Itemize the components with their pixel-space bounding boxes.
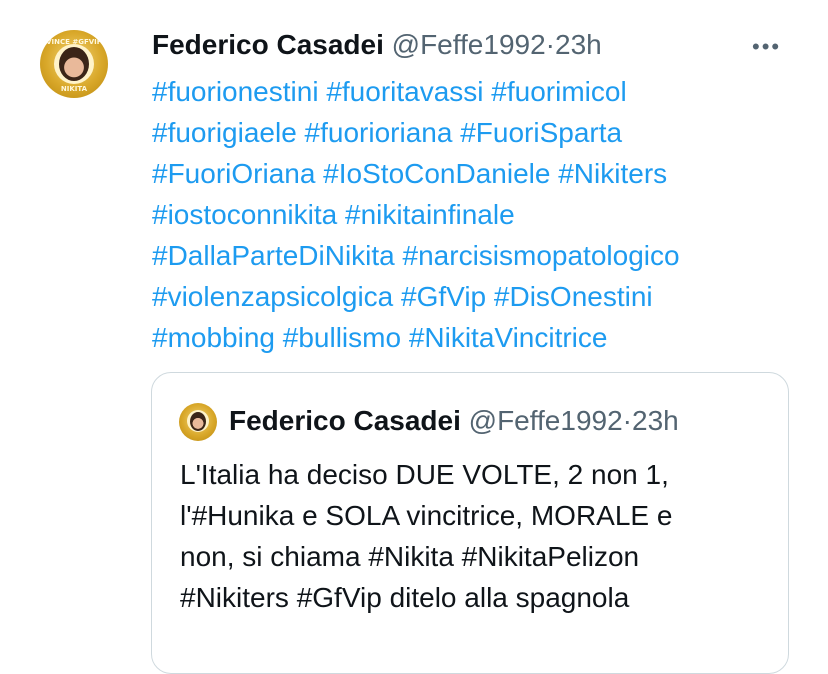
quoted-text-line: non, si chiama #Nikita #NikitaPelizon (180, 541, 640, 572)
quoted-author-name: Federico Casadei (229, 405, 461, 436)
author-avatar[interactable]: VINCE #GFVIP NIKITA (40, 30, 108, 98)
tweet-timestamp[interactable]: 23h (555, 29, 602, 60)
more-options-icon[interactable]: ••• (752, 34, 781, 60)
author-name[interactable]: Federico Casadei (152, 29, 384, 60)
quoted-tweet-card[interactable]: Federico Casadei @Feffe1992·23h L'Italia… (151, 372, 789, 674)
quoted-tweet-text: L'Italia ha deciso DUE VOLTE, 2 non 1, l… (180, 454, 770, 618)
hashtag-line[interactable]: #violenzapsicolgica #GfVip #DisOnestini (152, 276, 802, 317)
quoted-tweet-header: Federico Casadei @Feffe1992·23h (229, 403, 679, 439)
quoted-text-line: L'Italia ha deciso DUE VOLTE, 2 non 1, (180, 459, 669, 490)
avatar-portrait (59, 47, 89, 81)
quoted-text-line: l'#Hunika e SOLA vincitrice, MORALE e (180, 500, 673, 531)
separator-dot: · (545, 29, 555, 60)
quoted-avatar-portrait (190, 412, 206, 431)
hashtag-line[interactable]: #fuorigiaele #fuorioriana #FuoriSparta (152, 112, 802, 153)
quoted-separator-dot: · (622, 405, 632, 436)
quoted-author-handle: @Feffe1992 (468, 405, 623, 436)
tweet-header: Federico Casadei @Feffe1992·23h (152, 28, 602, 62)
avatar-bottom-text: NIKITA (60, 85, 88, 93)
quoted-author-avatar[interactable] (179, 403, 217, 441)
hashtag-line[interactable]: #FuoriOriana #IoStoConDaniele #Nikiters (152, 153, 802, 194)
hashtag-line[interactable]: #mobbing #bullismo #NikitaVincitrice (152, 317, 802, 358)
hashtag-line[interactable]: #iostoconnikita #nikitainfinale (152, 194, 802, 235)
quoted-tweet-timestamp: 23h (632, 405, 679, 436)
tweet-text: #fuorionestini #fuoritavassi #fuorimicol… (152, 71, 802, 358)
hashtag-line[interactable]: #DallaParteDiNikita #narcisismopatologic… (152, 235, 802, 276)
avatar-top-text: VINCE #GFVIP (46, 38, 102, 46)
author-handle[interactable]: @Feffe1992 (392, 29, 546, 60)
hashtag-line[interactable]: #fuorionestini #fuoritavassi #fuorimicol (152, 71, 802, 112)
quoted-text-line: #Nikiters #GfVip ditelo alla spagnola (180, 582, 630, 613)
